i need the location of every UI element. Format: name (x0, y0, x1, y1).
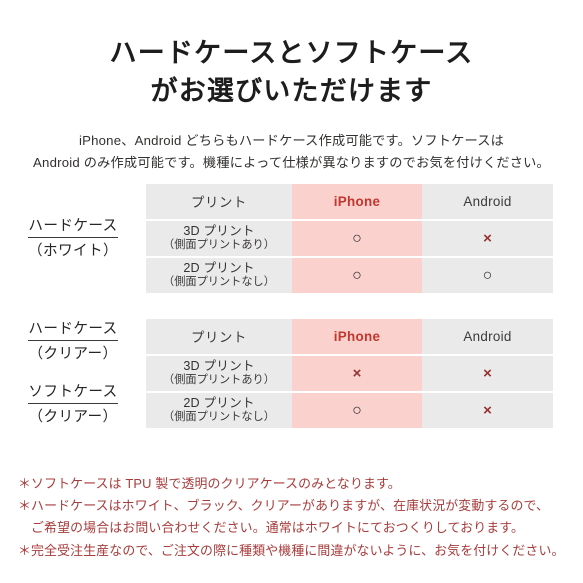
header-label-android: Android (463, 193, 512, 209)
note-line: ＊ハードケースはホワイト、ブラック、クリアーがありますが、在庫状況が変動するので… (18, 498, 550, 514)
print-type-name: 2D プリント (183, 396, 255, 411)
title-line-2: がお選びいただけます (150, 76, 433, 107)
header-label-print: プリント (191, 330, 247, 345)
row-label-cell-2d: 2D プリント （側面プリントなし） (146, 393, 292, 428)
circle-icon: ○ (352, 401, 362, 419)
cross-icon: × (483, 229, 492, 247)
case-type-color: （クリアー） (28, 409, 118, 426)
circle-icon: ○ (352, 266, 362, 284)
table-row: 3D プリント （側面プリントあり） ○ × (146, 221, 553, 256)
header-label-android: Android (463, 328, 512, 344)
availability-cell-android: ○ (422, 258, 553, 293)
circle-icon: ○ (352, 229, 362, 247)
table-header-row: プリント iPhone Android (146, 184, 553, 219)
header-label-print: プリント (191, 195, 247, 210)
note-line: ご希望の場合はお問い合わせください。通常はホワイトにておつくりしております。 (31, 520, 525, 536)
availability-cell-iphone: ○ (292, 258, 422, 293)
compatibility-table-2: プリント iPhone Android 3D プリント （側面プリントあり） ×… (146, 317, 553, 430)
page-title: ハードケースとソフトケース がお選びいただけます (0, 0, 583, 111)
print-type-name: 3D プリント (183, 359, 255, 374)
header-cell-android: Android (422, 184, 553, 219)
note-line: ＊完全受注生産なので、ご注文の際に種類や機種に間違がないように、お気を付けくださ… (18, 542, 565, 558)
case-type-label-hard-white: ハードケース （ホワイト） (0, 216, 146, 262)
subtitle-line-1: iPhone、Android どちらもハードケース作成可能です。ソフトケースは (78, 132, 505, 148)
row-label-cell-3d: 3D プリント （側面プリントあり） (146, 221, 292, 256)
cross-icon: × (352, 364, 362, 382)
cross-icon: × (483, 364, 492, 382)
table-header-row: プリント iPhone Android (146, 319, 553, 354)
case-type-label-soft-clear: ソフトケース （クリアー） (0, 382, 146, 428)
availability-cell-iphone: ○ (292, 221, 422, 256)
availability-cell-android: × (422, 221, 553, 256)
case-type-name: ハードケース (28, 319, 118, 342)
note-line: ＊ソフトケースは TPU 製で透明のクリアケースのみとなります。 (18, 476, 401, 491)
availability-cell-iphone: × (292, 356, 422, 391)
title-line-1: ハードケースとソフトケース (109, 38, 474, 68)
availability-cell-android: × (422, 356, 553, 391)
case-type-name: ソフトケース (28, 382, 118, 405)
cross-icon: × (483, 401, 492, 419)
header-cell-android: Android (422, 319, 553, 354)
case-type-color: （ホワイト） (28, 242, 118, 259)
availability-cell-iphone: ○ (292, 393, 422, 428)
print-type-note: （側面プリントあり） (163, 239, 275, 252)
header-cell-print: プリント (146, 184, 292, 219)
header-cell-iphone: iPhone (292, 319, 422, 354)
availability-cell-android: × (422, 393, 553, 428)
case-type-label-hard-clear: ハードケース （クリアー） (0, 319, 146, 365)
compatibility-table-1: プリント iPhone Android 3D プリント （側面プリントあり） ○… (146, 182, 553, 295)
row-label-cell-2d: 2D プリント （側面プリントなし） (146, 258, 292, 293)
subtitle: iPhone、Android どちらもハードケース作成可能です。ソフトケースは … (0, 130, 583, 175)
footer-notes: ＊ソフトケースは TPU 製で透明のクリアケースのみとなります。 ＊ハードケース… (18, 473, 570, 562)
print-type-name: 2D プリント (183, 261, 255, 276)
print-type-name: 3D プリント (183, 224, 255, 239)
compatibility-section-hard-white: ハードケース （ホワイト） プリント iPhone Android 3D プリン… (0, 182, 583, 295)
subtitle-line-2: Android のみ作成可能です。機種によって仕様が異なりますのでお気を付けくだ… (33, 155, 550, 171)
circle-icon: ○ (482, 266, 493, 284)
section-1-labels: ハードケース （ホワイト） (0, 216, 146, 262)
header-cell-print: プリント (146, 319, 292, 354)
table-row: 2D プリント （側面プリントなし） ○ ○ (146, 258, 553, 293)
print-type-note: （側面プリントあり） (163, 374, 275, 387)
section-2-labels: ハードケース （クリアー） ソフトケース （クリアー） (0, 319, 146, 428)
print-type-note: （側面プリントなし） (163, 276, 275, 289)
header-cell-iphone: iPhone (292, 184, 422, 219)
row-label-cell-3d: 3D プリント （側面プリントあり） (146, 356, 292, 391)
table-row: 3D プリント （側面プリントあり） × × (146, 356, 553, 391)
header-label-iphone: iPhone (333, 193, 381, 209)
case-type-color: （クリアー） (28, 346, 118, 363)
table-row: 2D プリント （側面プリントなし） ○ × (146, 393, 553, 428)
compatibility-section-clear: ハードケース （クリアー） ソフトケース （クリアー） プリント iPhone … (0, 317, 583, 430)
print-type-note: （側面プリントなし） (163, 411, 275, 424)
header-label-iphone: iPhone (333, 328, 381, 344)
case-type-name: ハードケース (28, 216, 118, 238)
